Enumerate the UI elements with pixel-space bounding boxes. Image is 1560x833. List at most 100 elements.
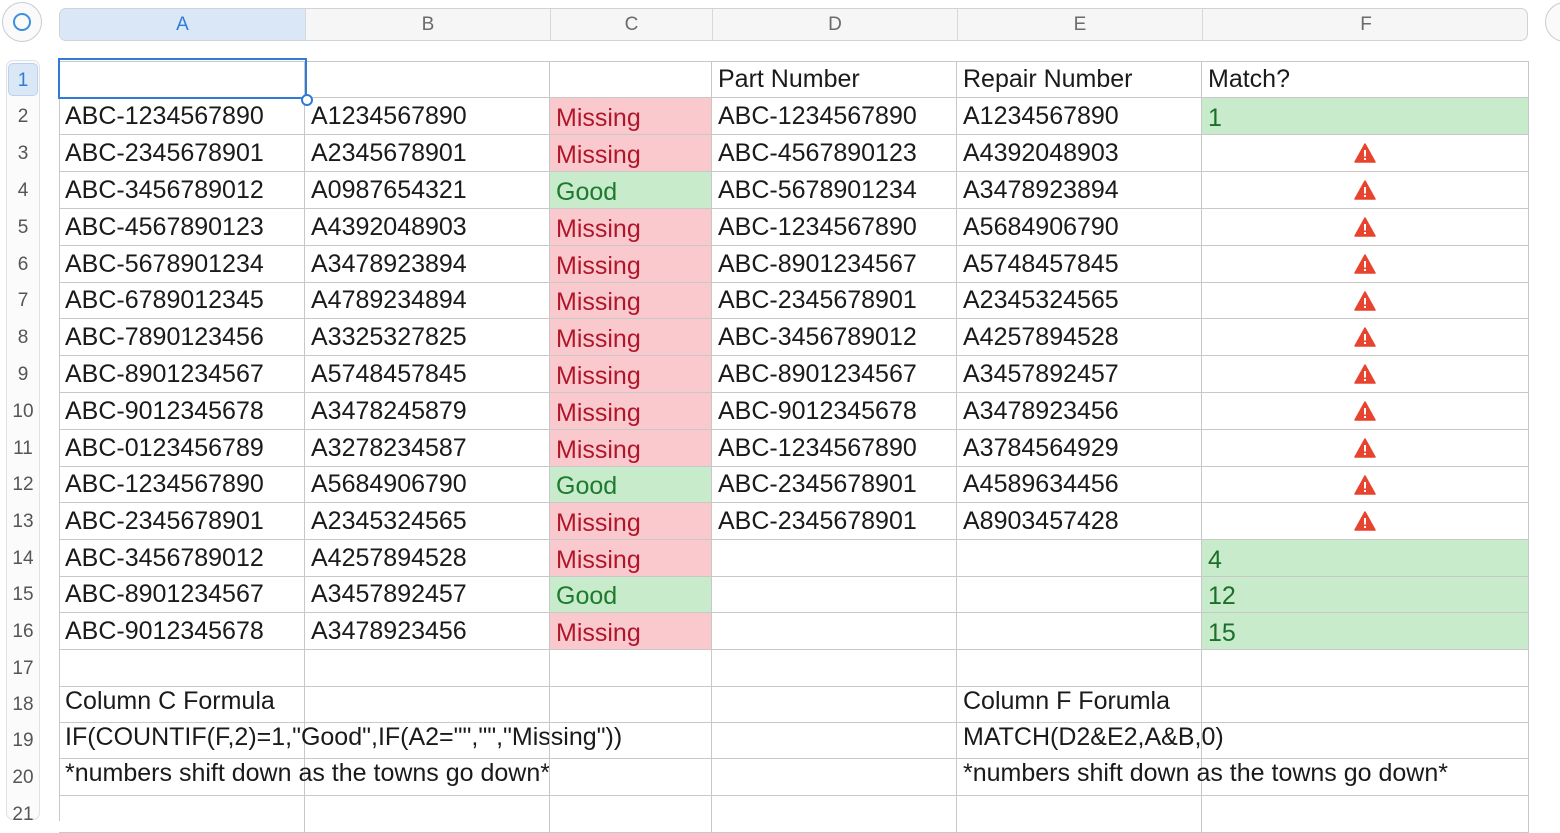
row-header-1[interactable]: 1 (8, 63, 38, 96)
cell-b17[interactable] (305, 650, 550, 687)
cell-a13[interactable]: ABC-2345678901 (59, 503, 305, 540)
column-header-f[interactable]: F (1203, 9, 1527, 40)
cell-e2[interactable]: A1234567890 (957, 98, 1202, 135)
row-header-11[interactable]: 11 (8, 432, 38, 465)
warning-triangle-icon[interactable] (1354, 401, 1376, 421)
cell-c17[interactable] (550, 650, 712, 687)
cell-f15[interactable]: 12 (1202, 577, 1529, 613)
cell-c12[interactable]: Good (550, 467, 712, 503)
cell-d5[interactable]: ABC-1234567890 (712, 209, 957, 246)
row-header-9[interactable]: 9 (8, 358, 38, 391)
column-header-b[interactable]: B (306, 9, 551, 40)
cell-b1[interactable] (305, 61, 550, 98)
cell-d6[interactable]: ABC-8901234567 (712, 246, 957, 283)
cell-b2[interactable]: A1234567890 (305, 98, 550, 135)
cell-e3[interactable]: A4392048903 (957, 135, 1202, 172)
cell-e6[interactable]: A5748457845 (957, 246, 1202, 283)
warning-triangle-icon[interactable] (1354, 511, 1376, 531)
cell-e16[interactable] (957, 613, 1202, 650)
row-header-14[interactable]: 14 (8, 542, 38, 575)
cell-d19[interactable] (712, 723, 957, 759)
cell-a11[interactable]: ABC-0123456789 (59, 430, 305, 467)
cell-e11[interactable]: A3784564929 (957, 430, 1202, 467)
cell-d4[interactable]: ABC-5678901234 (712, 172, 957, 209)
cell-b16[interactable]: A3478923456 (305, 613, 550, 650)
cell-f9[interactable] (1202, 356, 1529, 393)
warning-triangle-icon[interactable] (1354, 180, 1376, 200)
add-column-button[interactable] (1545, 2, 1560, 42)
cell-e13[interactable]: A8903457428 (957, 503, 1202, 540)
cell-b9[interactable]: A5748457845 (305, 356, 550, 393)
row-header-4[interactable]: 4 (8, 174, 38, 207)
cell-b8[interactable]: A3325327825 (305, 319, 550, 356)
cell-c7[interactable]: Missing (550, 283, 712, 319)
warning-triangle-icon[interactable] (1354, 364, 1376, 384)
cell-f17[interactable] (1202, 650, 1529, 687)
cell-f13[interactable] (1202, 503, 1529, 540)
row-header-2[interactable]: 2 (8, 100, 38, 133)
cell-f20[interactable] (1202, 759, 1529, 796)
cell-f7[interactable] (1202, 283, 1529, 319)
cell-c13[interactable]: Missing (550, 503, 712, 540)
cell-c11[interactable]: Missing (550, 430, 712, 467)
cell-c6[interactable]: Missing (550, 246, 712, 283)
cell-f3[interactable] (1202, 135, 1529, 172)
cell-e21[interactable] (957, 796, 1202, 833)
cell-c14[interactable]: Missing (550, 540, 712, 577)
cell-b18[interactable] (305, 687, 550, 723)
cell-a3[interactable]: ABC-2345678901 (59, 135, 305, 172)
cell-d18[interactable] (712, 687, 957, 723)
cell-e10[interactable]: A3478923456 (957, 393, 1202, 430)
cell-c8[interactable]: Missing (550, 319, 712, 356)
row-header-18[interactable]: 18 (8, 689, 38, 721)
cell-e17[interactable] (957, 650, 1202, 687)
cell-c15[interactable]: Good (550, 577, 712, 613)
cell-b3[interactable]: A2345678901 (305, 135, 550, 172)
cell-f2[interactable]: 1 (1202, 98, 1529, 135)
row-header-5[interactable]: 5 (8, 211, 38, 244)
cell-f5[interactable] (1202, 209, 1529, 246)
cell-f1[interactable]: Match? (1202, 61, 1529, 98)
cell-e20[interactable]: *numbers shift down as the towns go down… (957, 759, 1448, 796)
cell-e12[interactable]: A4589634456 (957, 467, 1202, 503)
cell-d10[interactable]: ABC-9012345678 (712, 393, 957, 430)
row-header-6[interactable]: 6 (8, 248, 38, 281)
column-header-a[interactable]: A (60, 9, 306, 40)
cell-a6[interactable]: ABC-5678901234 (59, 246, 305, 283)
row-header-3[interactable]: 3 (8, 137, 38, 170)
cell-a21[interactable] (59, 796, 305, 833)
cell-c5[interactable]: Missing (550, 209, 712, 246)
cell-c2[interactable]: Missing (550, 98, 712, 135)
cell-d12[interactable]: ABC-2345678901 (712, 467, 957, 503)
cell-d2[interactable]: ABC-1234567890 (712, 98, 957, 135)
cell-f21[interactable] (1202, 796, 1529, 833)
cell-d14[interactable] (712, 540, 957, 577)
row-header-17[interactable]: 17 (8, 652, 38, 685)
cell-f4[interactable] (1202, 172, 1529, 209)
cell-a2[interactable]: ABC-1234567890 (59, 98, 305, 135)
cell-b11[interactable]: A3278234587 (305, 430, 550, 467)
row-header-12[interactable]: 12 (8, 469, 38, 501)
cell-d21[interactable] (712, 796, 957, 833)
cell-e8[interactable]: A4257894528 (957, 319, 1202, 356)
cell-e9[interactable]: A3457892457 (957, 356, 1202, 393)
cell-f14[interactable]: 4 (1202, 540, 1529, 577)
cell-e15[interactable] (957, 577, 1202, 613)
row-header-13[interactable]: 13 (8, 505, 38, 538)
cell-c18[interactable] (550, 687, 712, 723)
column-header-c[interactable]: C (551, 9, 713, 40)
row-header-10[interactable]: 10 (8, 395, 38, 428)
select-all-button[interactable] (2, 2, 42, 42)
cell-c4[interactable]: Good (550, 172, 712, 209)
column-header-e[interactable]: E (958, 9, 1203, 40)
cell-a15[interactable]: ABC-8901234567 (59, 577, 305, 613)
cell-d20[interactable] (712, 759, 957, 796)
cell-a16[interactable]: ABC-9012345678 (59, 613, 305, 650)
cell-f6[interactable] (1202, 246, 1529, 283)
cell-e14[interactable] (957, 540, 1202, 577)
cell-b13[interactable]: A2345324565 (305, 503, 550, 540)
cell-b14[interactable]: A4257894528 (305, 540, 550, 577)
warning-triangle-icon[interactable] (1354, 438, 1376, 458)
cell-b4[interactable]: A0987654321 (305, 172, 550, 209)
cell-c9[interactable]: Missing (550, 356, 712, 393)
